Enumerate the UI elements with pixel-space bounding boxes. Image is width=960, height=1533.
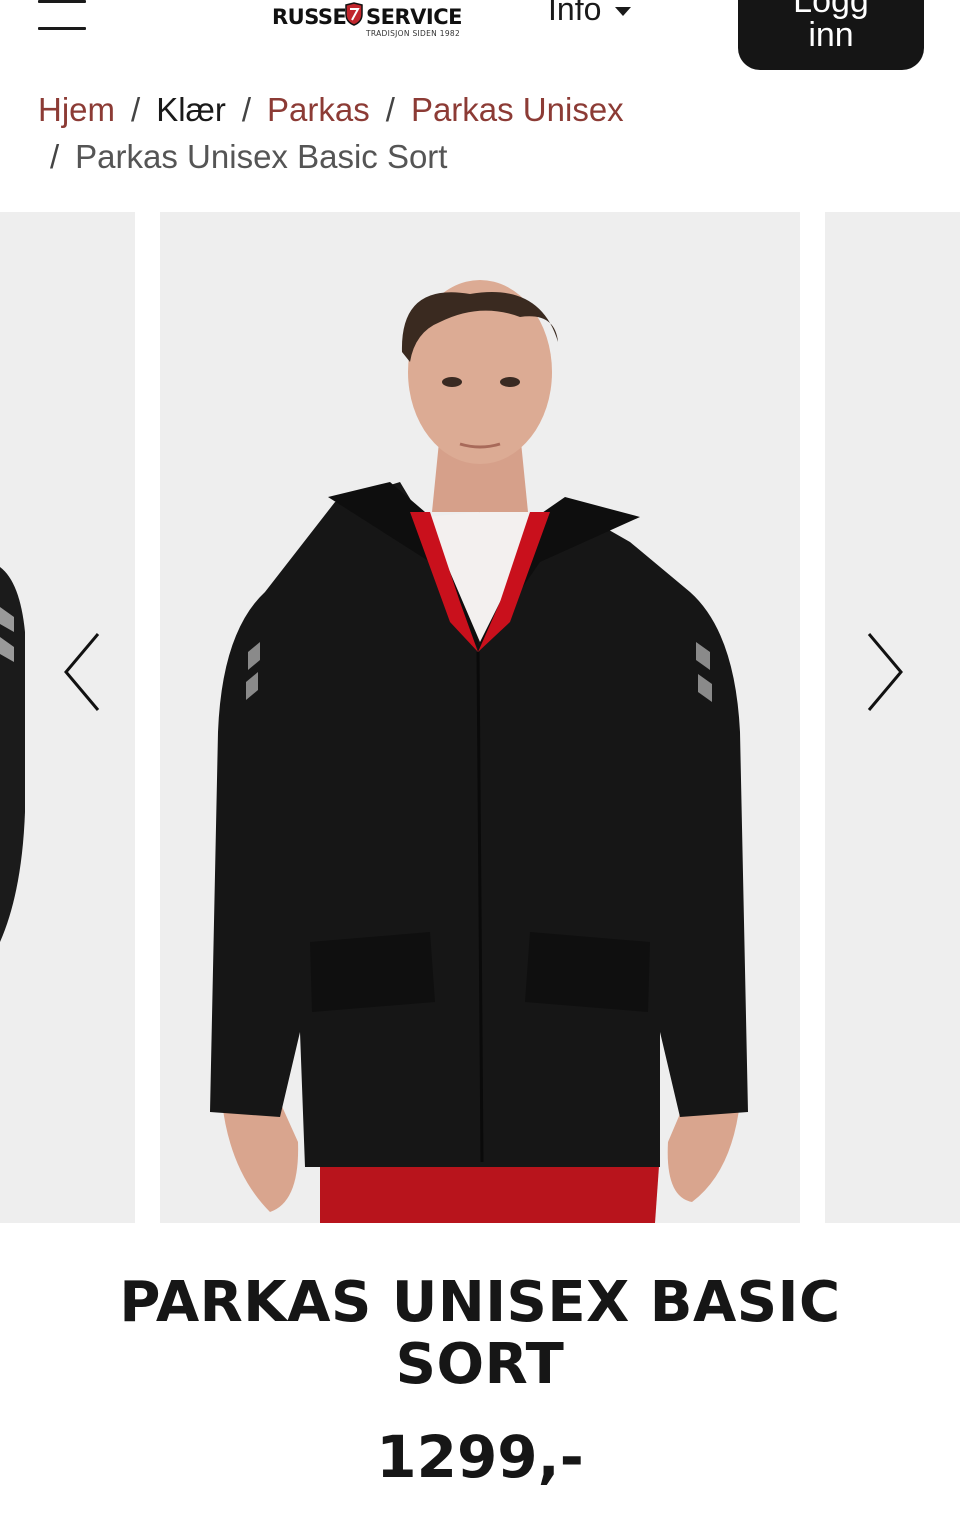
product-image-carousel[interactable] <box>0 212 960 1223</box>
breadcrumb-home[interactable]: Hjem <box>38 91 115 128</box>
login-button-line2: inn <box>808 16 854 54</box>
product-title: PARKAS UNISEX BASIC SORT <box>119 1270 841 1397</box>
carousel-slide-next[interactable] <box>825 212 960 1223</box>
logo-word-service: SERVICE <box>366 5 462 29</box>
breadcrumb-separator: / <box>241 91 252 128</box>
breadcrumb-separator: / <box>50 138 60 175</box>
hamburger-menu-icon[interactable] <box>38 0 86 34</box>
chevron-right-icon[interactable] <box>855 630 915 714</box>
logo-word-russe: RUSSE <box>272 5 347 29</box>
product-page: RUSSE SERVICE TRADISJON SIDEN 1982 Info … <box>0 0 960 1533</box>
breadcrumb-current: Parkas Unisex Basic Sort <box>75 138 448 175</box>
login-button[interactable]: Logg inn <box>738 0 924 70</box>
info-dropdown-label: Info <box>548 0 602 27</box>
breadcrumb: Hjem / Klær / Parkas / Parkas Unisex / Parkas U… <box>38 86 918 180</box>
hamburger-line <box>38 0 86 3</box>
product-photo-black-parka-model <box>210 280 748 1223</box>
breadcrumb-clothes[interactable]: Klær <box>156 91 226 128</box>
shield-icon <box>345 2 363 26</box>
breadcrumb-parkas-unisex[interactable]: Parkas Unisex <box>411 91 624 128</box>
site-header: RUSSE SERVICE TRADISJON SIDEN 1982 Info … <box>0 0 960 80</box>
info-dropdown[interactable]: Info <box>548 0 632 27</box>
product-price: 1299,- <box>376 1423 584 1491</box>
caret-down-icon <box>615 6 632 16</box>
hamburger-line <box>38 27 86 30</box>
breadcrumb-parkas[interactable]: Parkas <box>267 91 370 128</box>
breadcrumb-separator: / <box>131 91 141 128</box>
logo-tagline: TRADISJON SIDEN 1982 <box>366 29 461 38</box>
breadcrumb-line2: / Parkas Unisex Basic Sort <box>38 133 918 180</box>
breadcrumb-separator: / <box>385 91 395 128</box>
product-photo-previous <box>0 567 25 942</box>
carousel-slide-previous[interactable] <box>0 212 135 1223</box>
carousel-slide-main[interactable] <box>160 212 800 1223</box>
site-logo[interactable]: RUSSE SERVICE TRADISJON SIDEN 1982 <box>272 2 462 42</box>
chevron-left-icon[interactable] <box>52 630 112 714</box>
